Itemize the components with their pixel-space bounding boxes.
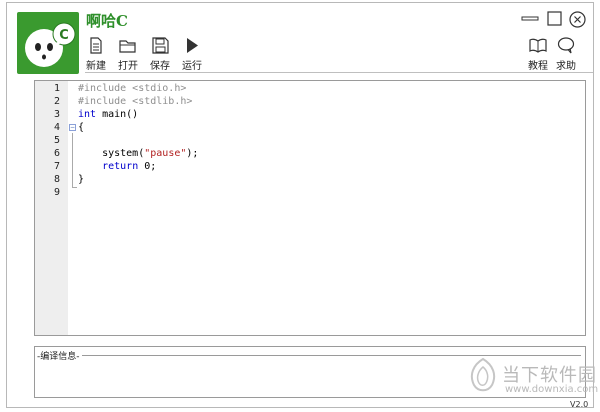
save-button[interactable]: 保存 <box>144 37 176 72</box>
code-token: system( <box>78 148 145 159</box>
book-icon <box>529 38 547 53</box>
compile-panel-header: -编译信息- <box>37 349 82 362</box>
code-line: #include <stdlib.h> <box>78 96 192 107</box>
line-number: 2 <box>53 96 60 107</box>
open-folder-icon <box>119 40 136 53</box>
save-icon <box>151 37 169 54</box>
line-number: 3 <box>53 109 60 120</box>
code-line: int main() <box>78 109 138 120</box>
fold-guide <box>72 133 73 187</box>
line-number: 8 <box>53 174 60 185</box>
compile-panel-rule <box>37 355 581 356</box>
code-token: { <box>78 122 85 133</box>
line-number: 5 <box>53 135 60 146</box>
watermark-logo <box>466 357 500 399</box>
close-button[interactable] <box>569 11 586 32</box>
new-button-label: 新建 <box>86 61 106 72</box>
watermark-url: www.downxia.com <box>505 384 599 395</box>
new-file-icon <box>90 37 102 54</box>
line-number: 9 <box>53 187 60 198</box>
app-logo: C <box>17 12 79 74</box>
maximize-icon <box>547 11 562 26</box>
help-button[interactable]: 求助 <box>550 37 582 72</box>
save-button-label: 保存 <box>150 61 170 72</box>
code-line: system("pause"); <box>78 148 198 159</box>
code-token: #include <stdlib.h> <box>78 96 193 107</box>
line-number: 4 <box>53 122 60 133</box>
run-button-label: 运行 <box>182 61 202 72</box>
close-icon <box>569 11 586 28</box>
help-bubble-icon <box>557 37 575 54</box>
maximize-button[interactable] <box>547 11 563 31</box>
run-icon <box>187 38 198 53</box>
code-editor[interactable]: 1 2 3 4 5 6 7 8 9 − #include <stdio.h> #… <box>34 80 586 336</box>
code-token: ); <box>186 148 199 159</box>
line-number: 6 <box>53 148 60 159</box>
open-button-label: 打开 <box>118 61 138 72</box>
code-token: "pause" <box>144 148 187 159</box>
toolbar-divider <box>85 72 593 73</box>
code-line: } <box>78 174 84 185</box>
code-line: return 0; <box>78 161 156 172</box>
code-token: } <box>78 174 85 185</box>
code-token: return <box>102 161 139 172</box>
minimize-icon <box>521 16 539 21</box>
fold-guide-end <box>72 187 77 188</box>
fold-toggle[interactable]: − <box>69 124 76 131</box>
code-line: #include <stdio.h> <box>78 83 186 94</box>
code-token: main() <box>96 109 139 120</box>
code-token: #include <stdio.h> <box>78 83 187 94</box>
version-label: V2.0 <box>570 400 589 409</box>
run-button[interactable]: 运行 <box>176 37 208 72</box>
code-token: 0; <box>138 161 157 172</box>
code-line: { <box>78 122 84 133</box>
line-number: 7 <box>53 161 60 172</box>
line-number-gutter: 1 2 3 4 5 6 7 8 9 <box>35 81 68 335</box>
app-title: 啊哈C <box>86 12 128 30</box>
open-button[interactable]: 打开 <box>112 37 144 72</box>
svg-text:C: C <box>59 28 69 43</box>
help-button-label: 求助 <box>556 61 576 72</box>
new-button[interactable]: 新建 <box>80 37 112 72</box>
code-token: int <box>78 109 97 120</box>
line-number: 1 <box>53 83 60 94</box>
minimize-button[interactable] <box>521 11 539 30</box>
